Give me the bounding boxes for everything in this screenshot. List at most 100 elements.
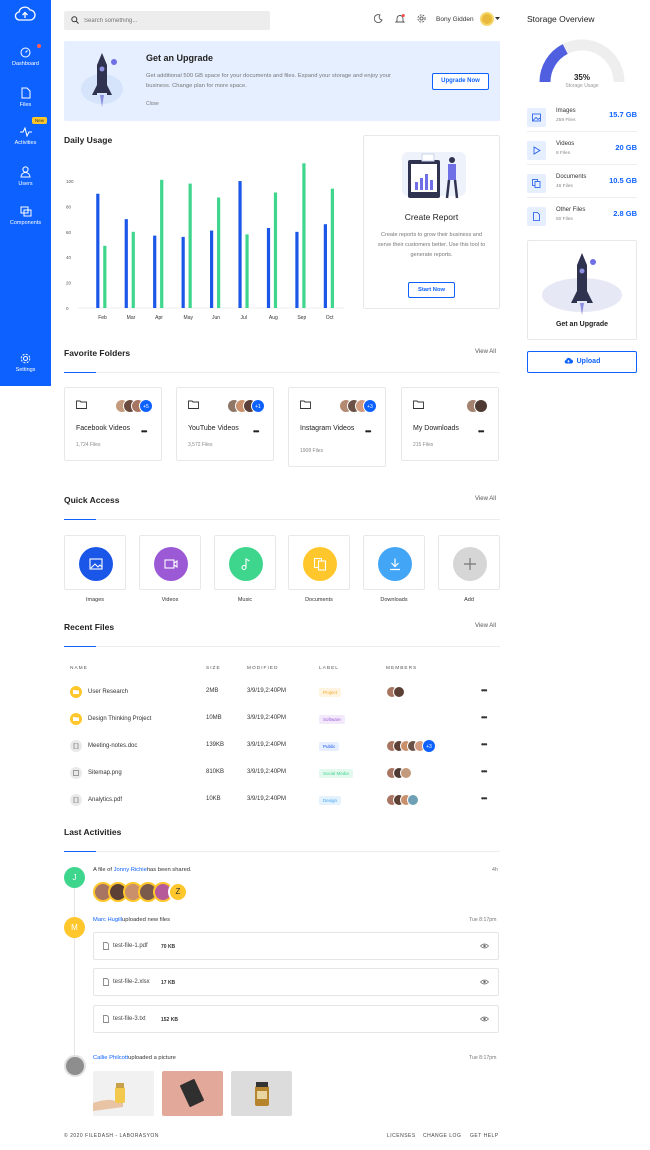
uploaded-picture[interactable] bbox=[231, 1071, 292, 1116]
file-name[interactable]: Design Thinking Project bbox=[88, 716, 151, 722]
uploaded-picture[interactable] bbox=[93, 1071, 154, 1116]
footer-link-licenses[interactable]: LICENSES bbox=[387, 1133, 416, 1139]
y-tick-label: 0 bbox=[66, 306, 69, 311]
folder-icon bbox=[70, 713, 82, 725]
folder-card[interactable]: My Downloads 215 Files ••• bbox=[401, 387, 499, 461]
search-input[interactable] bbox=[84, 14, 264, 27]
upgrade-banner: Get an Upgrade Get additional 500 GB spa… bbox=[64, 41, 500, 121]
quick-access-images[interactable] bbox=[64, 535, 126, 590]
chart-bar bbox=[266, 228, 271, 308]
more-options-icon[interactable]: ••• bbox=[481, 740, 487, 749]
x-tick-label: Jul bbox=[240, 315, 246, 321]
search-bar[interactable] bbox=[64, 11, 270, 30]
x-tick-label: Oct bbox=[326, 315, 334, 321]
more-members-badge: +1 bbox=[251, 399, 265, 413]
close-link[interactable]: Close bbox=[146, 101, 159, 107]
section-divider bbox=[96, 851, 500, 852]
quick-access-downloads[interactable] bbox=[363, 535, 425, 590]
copyright: © 2020 FILEDASH - LABORASYON bbox=[64, 1133, 159, 1139]
section-divider bbox=[96, 519, 500, 520]
chart-bar bbox=[188, 183, 192, 308]
footer-link-change-log[interactable]: CHANGE LOG bbox=[423, 1133, 461, 1139]
more-options-icon[interactable]: ••• bbox=[478, 427, 484, 436]
moon-icon[interactable] bbox=[374, 14, 383, 23]
quick-access-label: Images bbox=[85, 597, 105, 603]
upload-button[interactable]: Upload bbox=[527, 351, 637, 373]
eye-icon[interactable] bbox=[480, 1016, 489, 1022]
folder-card[interactable]: +1 YouTube Videos 3,572 Files ••• bbox=[176, 387, 274, 461]
video-icon bbox=[164, 559, 178, 569]
y-tick-label: 60 bbox=[66, 230, 72, 235]
sidebar-item-activities[interactable]: New Activities bbox=[0, 117, 51, 146]
column-header-members[interactable]: MEMBERS bbox=[386, 666, 417, 671]
file-modified: 3/9/19,2:40PM bbox=[247, 688, 287, 694]
storage-item-name: Videos bbox=[556, 141, 575, 147]
sidebar-item-users[interactable]: Users bbox=[0, 166, 51, 187]
column-header-modified[interactable]: MODIFIED bbox=[247, 666, 278, 671]
activity-suffix: uploaded new files bbox=[122, 917, 171, 923]
view-all-link[interactable]: View All bbox=[475, 349, 496, 355]
column-header-name[interactable]: NAME bbox=[70, 666, 88, 671]
column-header-label[interactable]: LABEL bbox=[319, 666, 339, 671]
user-link[interactable]: Marc Hugill bbox=[93, 917, 122, 923]
file-name[interactable]: Analytics.pdf bbox=[88, 797, 122, 803]
more-options-icon[interactable]: ••• bbox=[141, 427, 147, 436]
more-options-icon[interactable]: ••• bbox=[253, 427, 259, 436]
folder-card[interactable]: +3 Instagram Videos 1908 Files ••• bbox=[288, 387, 386, 467]
quick-access-music[interactable] bbox=[214, 535, 276, 590]
more-options-icon[interactable]: ••• bbox=[481, 686, 487, 695]
gear-icon[interactable] bbox=[417, 14, 426, 23]
chevron-down-icon[interactable] bbox=[495, 17, 500, 21]
chart-bar bbox=[103, 245, 107, 308]
eye-icon[interactable] bbox=[480, 979, 489, 985]
user-avatar[interactable] bbox=[480, 12, 494, 26]
start-now-button[interactable]: Start Now bbox=[408, 282, 455, 298]
user-link[interactable]: Jonny Richie bbox=[114, 867, 147, 873]
folder-card[interactable]: +5 Facebook Videos 1,724 Files ••• bbox=[64, 387, 162, 461]
image-icon bbox=[527, 108, 546, 127]
x-tick-label: Sep bbox=[297, 315, 306, 321]
more-options-icon[interactable]: ••• bbox=[481, 767, 487, 776]
sidebar-item-settings[interactable]: Settings bbox=[0, 353, 51, 373]
quick-access-documents[interactable] bbox=[288, 535, 350, 590]
more-options-icon[interactable]: ••• bbox=[481, 794, 487, 803]
more-options-icon[interactable]: ••• bbox=[365, 427, 371, 436]
upgrade-now-button[interactable]: Upgrade Now bbox=[432, 73, 489, 90]
view-all-link[interactable]: View All bbox=[475, 623, 496, 629]
storage-item-size: 20 GB bbox=[615, 143, 637, 152]
storage-row-other-files[interactable]: Other Files 50 Files 2.8 GB bbox=[527, 207, 637, 236]
file-name[interactable]: Sitemap.png bbox=[88, 770, 122, 776]
notification-dot bbox=[37, 44, 41, 48]
user-link[interactable]: Callie Philcott bbox=[93, 1055, 128, 1061]
column-header-size[interactable]: SIZE bbox=[206, 666, 221, 671]
sidebar-item-files[interactable]: Files bbox=[0, 87, 51, 108]
view-all-link[interactable]: View All bbox=[475, 496, 496, 502]
uploaded-file[interactable]: test-file-2.xlsx 17 KB bbox=[93, 968, 499, 996]
bell-icon[interactable] bbox=[395, 14, 405, 24]
storage-row-videos[interactable]: Videos 8 Files 20 GB bbox=[527, 141, 637, 170]
sidebar-item-dashboard[interactable]: Dashboard bbox=[0, 44, 51, 67]
file-name[interactable]: Meeting-notes.doc bbox=[88, 743, 137, 749]
file-name[interactable]: User Research bbox=[88, 689, 128, 695]
eye-icon[interactable] bbox=[480, 943, 489, 949]
folder-name: Instagram Videos bbox=[300, 425, 355, 432]
file-size: 139KB bbox=[206, 742, 225, 748]
file-label: Design bbox=[319, 796, 342, 805]
quick-access-videos[interactable] bbox=[139, 535, 201, 590]
footer-link-get-help[interactable]: GET HELP bbox=[470, 1133, 499, 1139]
files-icon bbox=[21, 87, 30, 99]
quick-access-add[interactable] bbox=[438, 535, 500, 590]
daily-usage-title: Daily Usage bbox=[64, 135, 113, 145]
uploaded-file[interactable]: test-file-3.txt 152 KB bbox=[93, 1005, 499, 1033]
cloud-upload-logo-icon[interactable] bbox=[14, 6, 36, 22]
file-modified: 3/9/19,2:40PM bbox=[247, 769, 287, 775]
user-name[interactable]: Bony Gidden bbox=[436, 16, 474, 23]
uploaded-file[interactable]: test-file-1.pdf 70 KB bbox=[93, 932, 499, 960]
storage-row-images[interactable]: Images 259 Files 15.7 GB bbox=[527, 108, 637, 137]
storage-row-documents[interactable]: Documents 46 Files 10.5 GB bbox=[527, 174, 637, 203]
sidebar-item-components[interactable]: Components bbox=[0, 206, 51, 226]
uploaded-file-name: test-file-1.pdf bbox=[113, 943, 148, 949]
uploaded-picture[interactable] bbox=[162, 1071, 223, 1116]
more-options-icon[interactable]: ••• bbox=[481, 713, 487, 722]
upgrade-card[interactable]: Get an Upgrade bbox=[527, 240, 637, 340]
